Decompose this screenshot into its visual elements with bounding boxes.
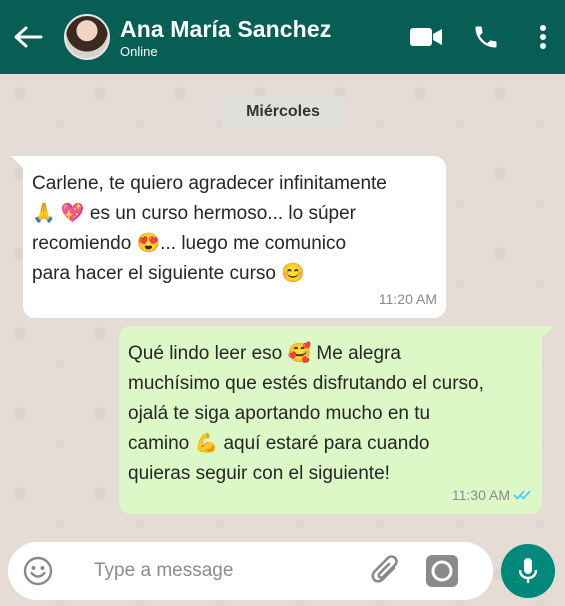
mic-icon — [518, 558, 538, 583]
message-timestamp: 11:30 AM — [451, 487, 510, 503]
camera-icon — [426, 555, 458, 587]
back-arrow-icon — [14, 26, 43, 48]
message-line: 🙏 💖 es un curso hermoso... lo súper — [32, 203, 357, 224]
message-line: muchísimo que estés disfrutando el curso… — [128, 373, 484, 394]
incoming-message[interactable]: Carlene, te quiero agradecer infinitamen… — [11, 156, 446, 318]
attach-button[interactable] — [358, 542, 414, 600]
camera-button[interactable] — [414, 542, 470, 600]
message-line: para hacer el siguiente curso 😊 — [32, 263, 305, 284]
emoji-icon — [23, 556, 53, 586]
contact-name: Ana María Sanchez — [120, 15, 332, 42]
contact-info[interactable]: Ana María Sanchez Online — [120, 16, 331, 59]
voice-message-button[interactable] — [501, 544, 555, 598]
message-line: Carlene, te quiero agradecer infinitamen… — [32, 173, 387, 194]
date-divider: Miércoles — [221, 96, 345, 128]
outgoing-message[interactable]: Qué lindo leer eso 🥰 Me alegra muchísimo… — [119, 326, 554, 514]
read-receipt-icon — [513, 489, 533, 501]
avatar[interactable] — [64, 14, 110, 60]
attach-icon — [371, 555, 398, 583]
video-call-button[interactable] — [401, 0, 451, 74]
phone-call-icon — [475, 26, 497, 48]
message-line: Qué lindo leer eso 🥰 Me alegra — [128, 343, 401, 364]
emoji-button[interactable] — [8, 542, 68, 600]
message-time: 11:20 AM — [379, 284, 437, 314]
message-input[interactable] — [94, 551, 324, 591]
message-composer — [8, 542, 493, 600]
contact-status: Online — [120, 43, 158, 59]
more-options-button[interactable] — [521, 0, 565, 74]
more-vert-icon — [540, 25, 546, 49]
message-line: recomiendo 😍... luego me comunico — [32, 233, 347, 254]
message-timestamp: 11:20 AM — [378, 291, 437, 307]
message-time: 11:30 AM — [452, 480, 533, 510]
chat-header: Ana María Sanchez Online — [0, 0, 565, 74]
video-call-icon — [410, 28, 442, 46]
back-button[interactable] — [2, 0, 54, 74]
message-line: ojalá te siga aportando mucho en tu — [128, 403, 431, 424]
message-line: camino 💪 aquí estaré para cuando — [128, 433, 430, 454]
header-actions — [401, 0, 565, 74]
phone-call-button[interactable] — [451, 0, 521, 74]
